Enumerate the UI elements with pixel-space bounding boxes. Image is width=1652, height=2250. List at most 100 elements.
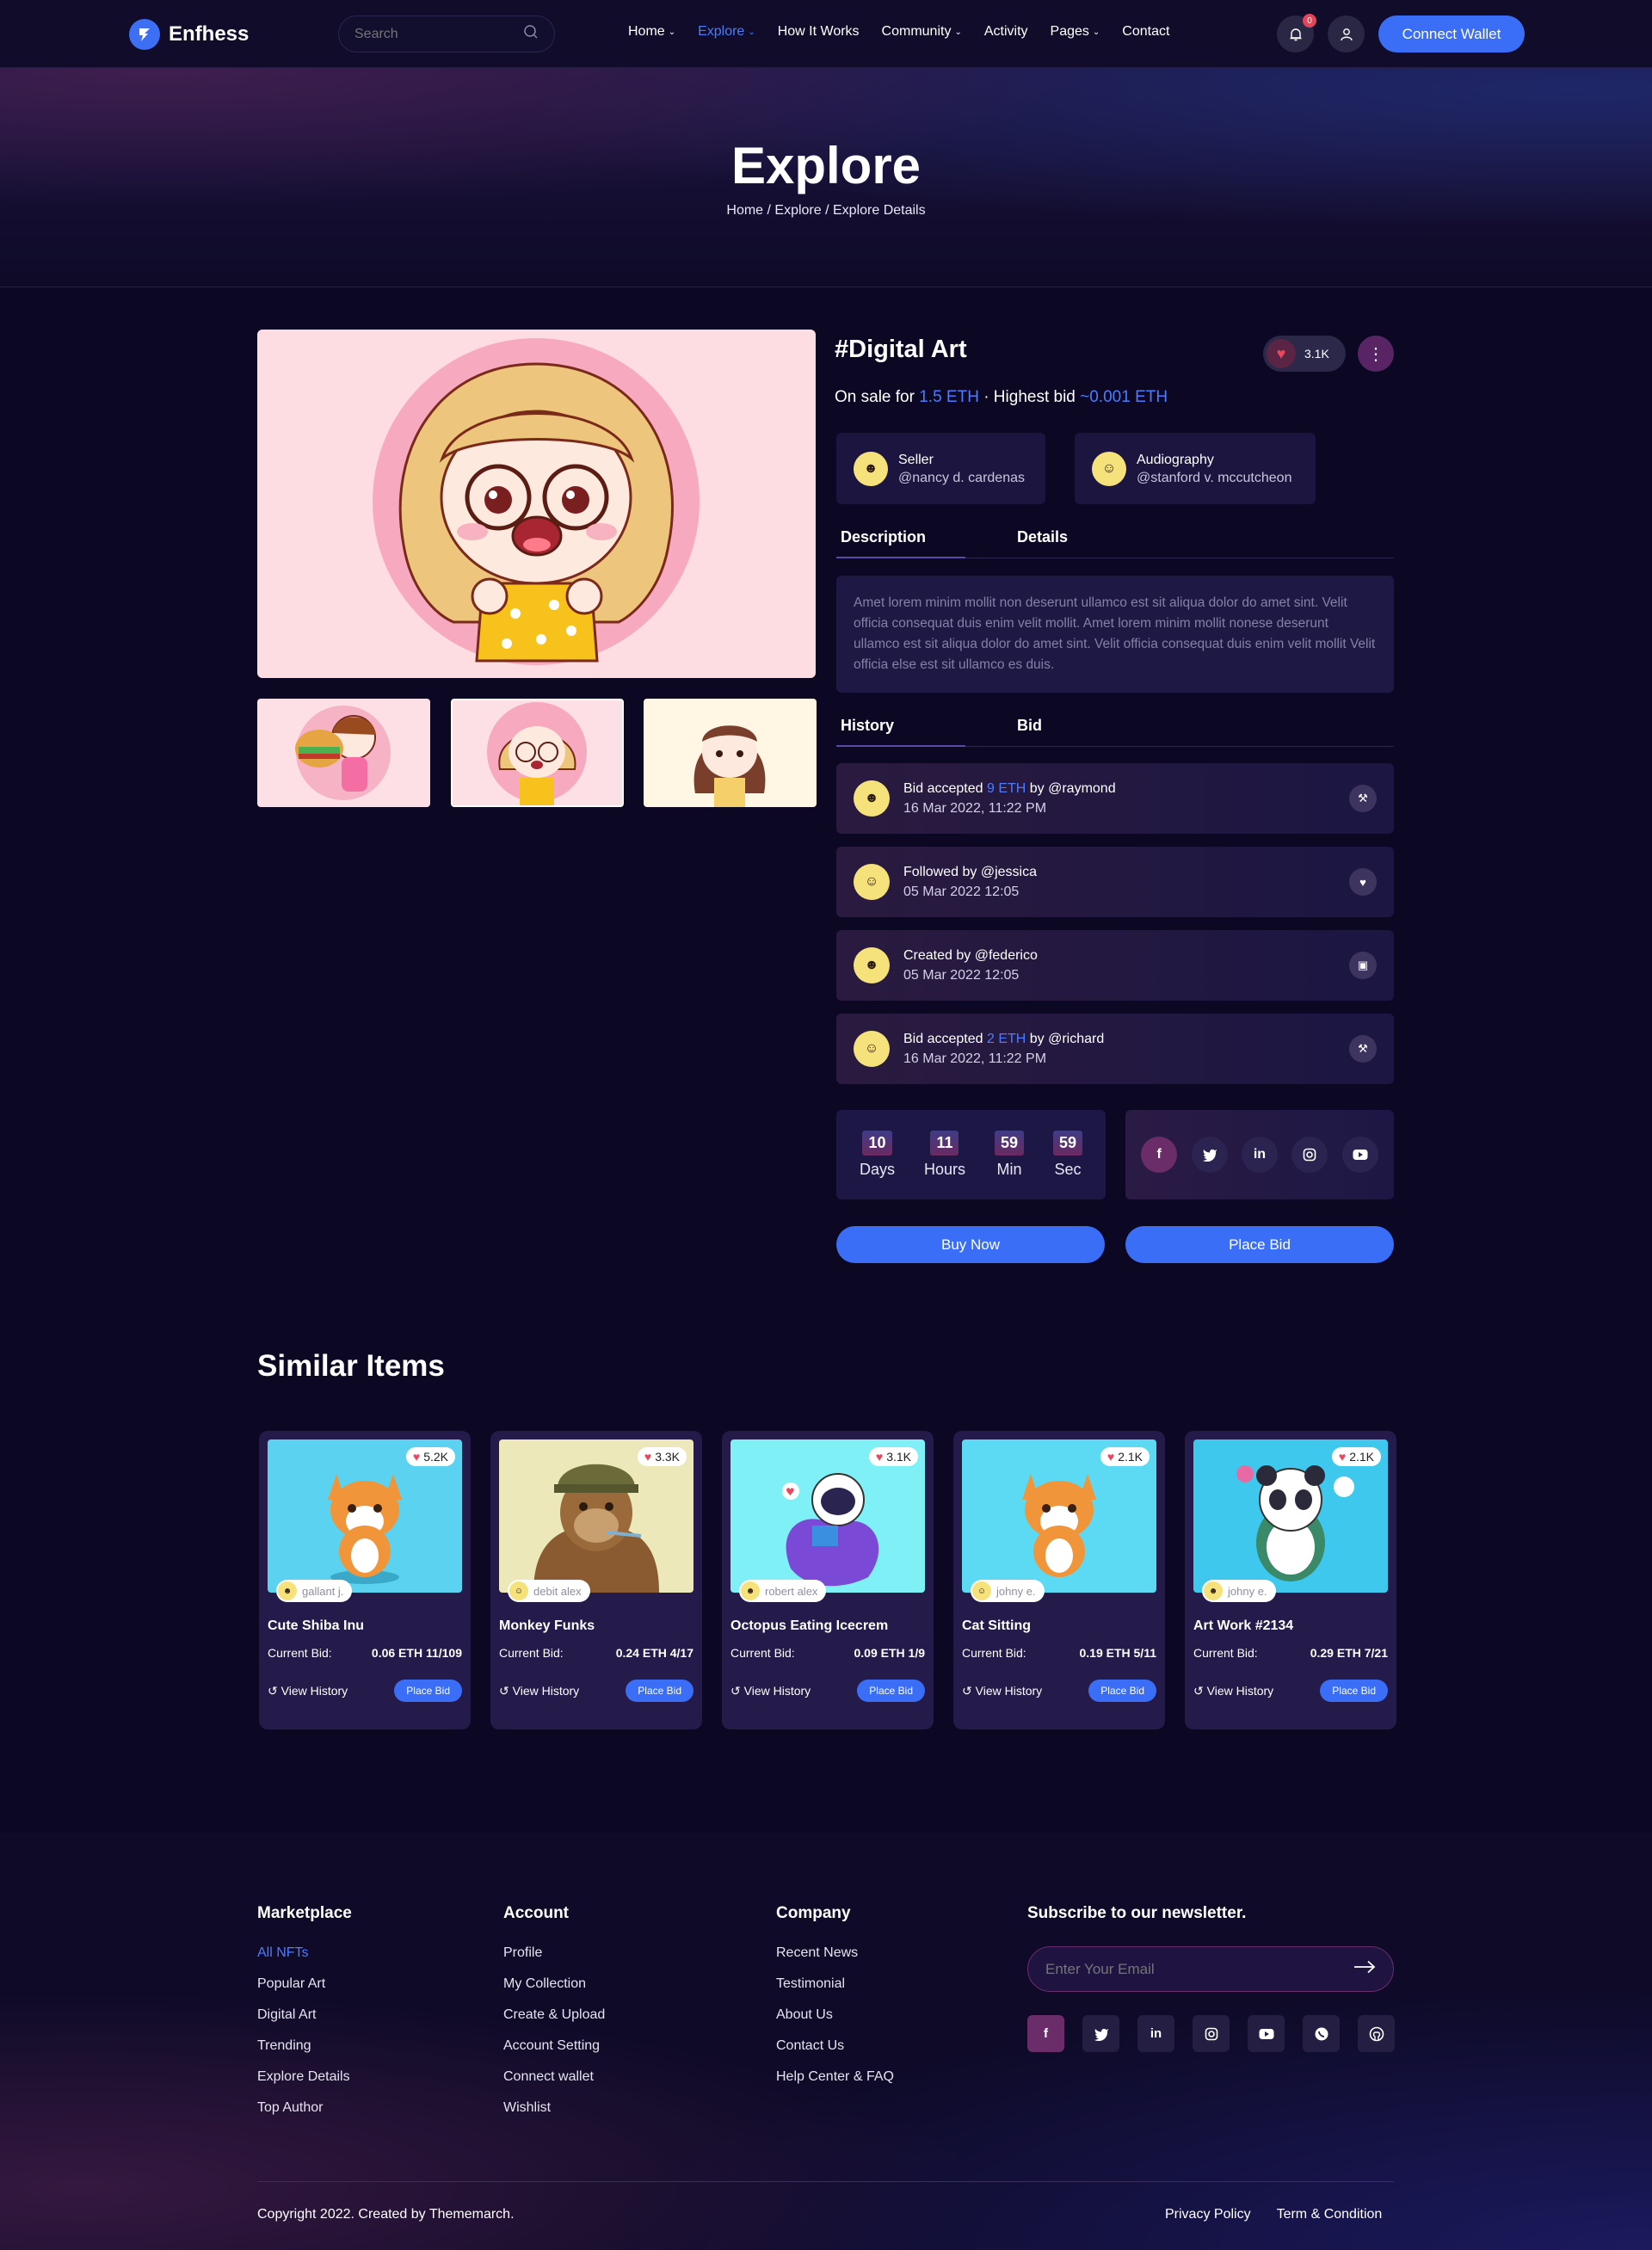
- card-author[interactable]: ☻ johny e.: [1202, 1580, 1276, 1602]
- linkedin-icon[interactable]: in: [1137, 2015, 1174, 2052]
- terms-link[interactable]: Term & Condition: [1277, 2207, 1383, 2222]
- footer-link[interactable]: Recent News: [776, 1945, 894, 1976]
- view-history-link[interactable]: ↺ View History: [1193, 1684, 1273, 1698]
- instagram-icon[interactable]: [1193, 2015, 1230, 2052]
- gavel-icon: ⚒: [1349, 785, 1377, 812]
- view-history-link[interactable]: ↺ View History: [962, 1684, 1042, 1698]
- footer-link[interactable]: My Collection: [503, 1976, 605, 2007]
- card-like[interactable]: ♥ 2.1K: [1331, 1447, 1381, 1466]
- creator-avatar: ☺: [1092, 451, 1126, 486]
- thumbnail-3[interactable]: [644, 699, 817, 807]
- heart-icon: ♥: [644, 1450, 652, 1464]
- footer-link[interactable]: Explore Details: [257, 2069, 352, 2100]
- footer-link[interactable]: Top Author: [257, 2100, 352, 2131]
- profile-button[interactable]: [1328, 15, 1365, 52]
- footer-link[interactable]: Connect wallet: [503, 2069, 605, 2100]
- history-avatar: ☻: [854, 780, 890, 817]
- search-box[interactable]: [338, 15, 555, 52]
- nav-activity[interactable]: Activity: [984, 24, 1028, 40]
- nav-home[interactable]: Home ⌄: [628, 24, 675, 40]
- nft-card[interactable]: ♥ 5.2K ☻ gallant j. Cute Shiba Inu Current…: [259, 1431, 471, 1729]
- footer-link[interactable]: Help Center & FAQ: [776, 2069, 894, 2100]
- view-history-link[interactable]: ↺ View History: [268, 1684, 348, 1698]
- history-icon: ↺: [1193, 1683, 1204, 1698]
- card-author[interactable]: ☻ robert alex: [739, 1580, 827, 1602]
- countdown-min: 59 Min: [994, 1131, 1024, 1179]
- youtube-icon[interactable]: [1248, 2015, 1285, 2052]
- notifications-button[interactable]: 0: [1277, 14, 1316, 52]
- instagram-icon[interactable]: [1291, 1137, 1328, 1173]
- place-bid-button[interactable]: Place Bid: [1125, 1226, 1394, 1263]
- item-main-image: [257, 330, 816, 678]
- card-place-bid-button[interactable]: Place Bid: [1088, 1680, 1156, 1702]
- tab-bid[interactable]: Bid: [1013, 706, 1189, 746]
- card-author[interactable]: ☺ johny e.: [971, 1580, 1045, 1602]
- facebook-icon[interactable]: f: [1141, 1137, 1178, 1173]
- card-like[interactable]: ♥ 3.3K: [637, 1447, 687, 1466]
- thumbnail-1[interactable]: [257, 699, 430, 807]
- search-icon[interactable]: [523, 24, 539, 44]
- whatsapp-icon[interactable]: [1303, 2015, 1340, 2052]
- footer-link[interactable]: Digital Art: [257, 2007, 352, 2038]
- auction-countdown: 10 Days 11 Hours 59 Min 59 Sec: [836, 1110, 1106, 1199]
- search-input[interactable]: [354, 26, 509, 42]
- history-avatar: ☻: [854, 947, 890, 983]
- nav-pages[interactable]: Pages ⌄: [1051, 24, 1100, 40]
- footer-link[interactable]: Contact Us: [776, 2038, 894, 2069]
- nav-explore[interactable]: Explore ⌄: [698, 24, 755, 40]
- card-place-bid-button[interactable]: Place Bid: [857, 1680, 925, 1702]
- arrow-right-icon[interactable]: [1353, 1960, 1376, 1978]
- footer-link[interactable]: About Us: [776, 2007, 894, 2038]
- view-history-link[interactable]: ↺ View History: [499, 1684, 579, 1698]
- nft-card[interactable]: ♥ 3.3K ☺ debit alex Monkey Funks Current B…: [490, 1431, 702, 1729]
- history-row: ☻ Bid accepted 9 ETH by @raymond 16 Mar …: [836, 763, 1394, 834]
- nav-how-it-works[interactable]: How It Works: [778, 24, 860, 40]
- chevron-down-icon: ⌄: [1092, 27, 1100, 37]
- view-history-link[interactable]: ↺ View History: [730, 1684, 811, 1698]
- nav-contact[interactable]: Contact: [1122, 24, 1169, 40]
- thumbnail-2[interactable]: [451, 699, 624, 807]
- youtube-icon[interactable]: [1341, 1137, 1378, 1173]
- card-like[interactable]: ♥ 3.1K: [868, 1447, 918, 1466]
- footer-link[interactable]: Popular Art: [257, 1976, 352, 2007]
- more-options-button[interactable]: ⋮: [1358, 336, 1394, 372]
- twitter-icon[interactable]: [1191, 1137, 1228, 1173]
- chevron-down-icon: ⌄: [668, 27, 676, 37]
- buy-now-button[interactable]: Buy Now: [836, 1226, 1105, 1263]
- like-button[interactable]: ♥ 3.1K: [1263, 336, 1346, 372]
- section-title: Similar Items: [257, 1349, 445, 1383]
- seller-card[interactable]: ☻ Seller @nancy d. cardenas: [836, 433, 1045, 504]
- footer-link[interactable]: Testimonial: [776, 1976, 894, 2007]
- card-place-bid-button[interactable]: Place Bid: [1320, 1680, 1388, 1702]
- nft-card[interactable]: ♥ 2.1K ☺ johny e. Cat Sitting Current Bid:…: [953, 1431, 1165, 1729]
- brand-logo[interactable]: Enfhess: [129, 19, 249, 50]
- email-field[interactable]: [1045, 1960, 1329, 1978]
- card-place-bid-button[interactable]: Place Bid: [626, 1680, 693, 1702]
- card-like[interactable]: ♥ 5.2K: [405, 1447, 455, 1466]
- github-icon[interactable]: [1358, 2015, 1395, 2052]
- creator-card[interactable]: ☺ Audiography @stanford v. mccutcheon: [1075, 433, 1316, 504]
- twitter-icon[interactable]: [1082, 2015, 1119, 2052]
- footer-link[interactable]: Profile: [503, 1945, 605, 1976]
- nft-card[interactable]: ♥ 2.1K ☻ johny e. Art Work #2134 Current B…: [1185, 1431, 1396, 1729]
- nav-community[interactable]: Community ⌄: [882, 24, 962, 40]
- tab-history[interactable]: History: [836, 706, 1013, 747]
- tab-details[interactable]: Details: [1013, 517, 1189, 558]
- privacy-policy-link[interactable]: Privacy Policy: [1165, 2207, 1251, 2222]
- card-author[interactable]: ☺ debit alex: [508, 1580, 590, 1602]
- nft-image: ♥ ♥ 3.1K ☻ robert alex: [730, 1439, 925, 1602]
- card-like[interactable]: ♥ 2.1K: [1100, 1447, 1150, 1466]
- footer-link[interactable]: Wishlist: [503, 2100, 605, 2131]
- footer-link[interactable]: Create & Upload: [503, 2007, 605, 2038]
- footer-link[interactable]: Trending: [257, 2038, 352, 2069]
- card-author[interactable]: ☻ gallant j.: [276, 1580, 353, 1602]
- footer-link[interactable]: All NFTs: [257, 1945, 352, 1976]
- linkedin-icon[interactable]: in: [1241, 1137, 1278, 1173]
- footer-link[interactable]: Account Setting: [503, 2038, 605, 2069]
- nft-card[interactable]: ♥ ♥ 3.1K ☻ robert alex Octopus Eating Icec…: [722, 1431, 934, 1729]
- card-place-bid-button[interactable]: Place Bid: [394, 1680, 462, 1702]
- highest-bid: ~0.001 ETH: [1080, 388, 1168, 406]
- connect-wallet-button[interactable]: Connect Wallet: [1378, 15, 1525, 52]
- tab-description[interactable]: Description: [836, 517, 1013, 558]
- facebook-icon[interactable]: f: [1027, 2015, 1064, 2052]
